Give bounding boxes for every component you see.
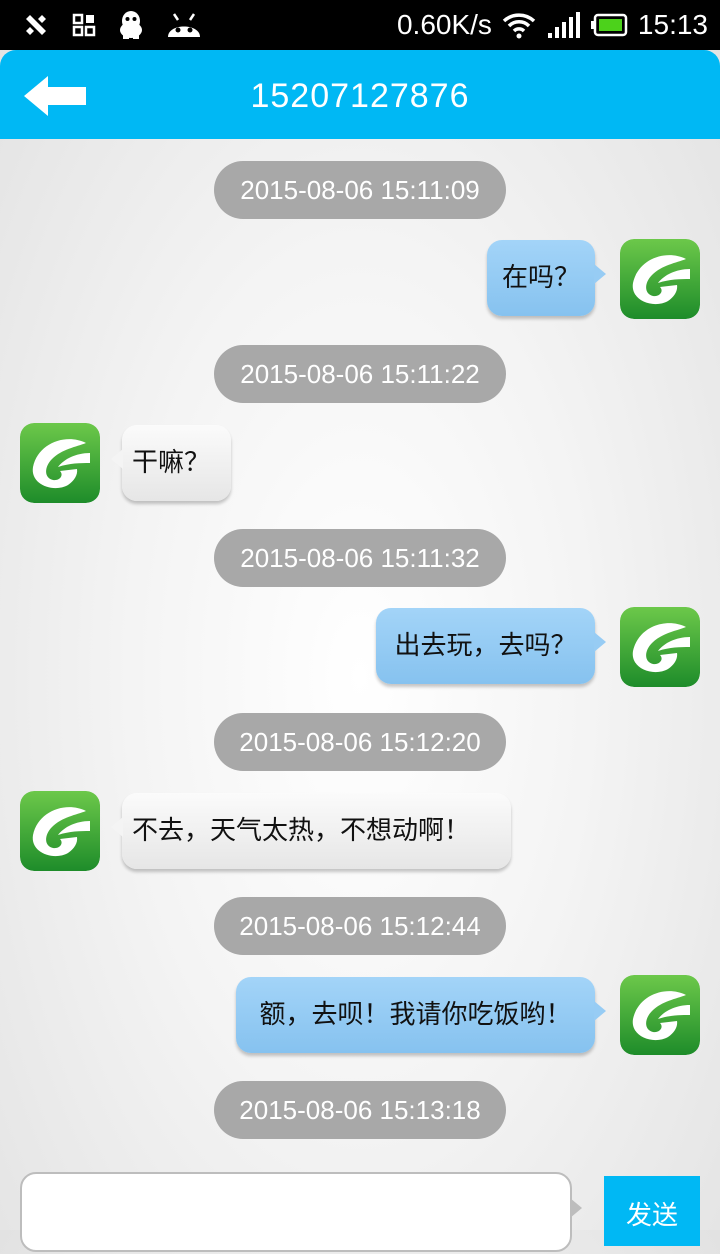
android-icon: [166, 11, 202, 39]
avatar[interactable]: [620, 975, 700, 1055]
input-bubble-tail: [570, 1198, 582, 1218]
chat-header: 15207127876: [0, 50, 720, 139]
page-title: 15207127876: [250, 77, 470, 115]
tools-icon: [22, 11, 50, 39]
wifi-icon: [502, 11, 536, 39]
avatar[interactable]: [620, 607, 700, 687]
timestamp: 2015-08-06 15:11:32: [214, 529, 506, 587]
app-logo-icon: [20, 791, 100, 871]
system-indicators: 0.60K/s 15:13: [397, 0, 708, 50]
app-logo-icon: [20, 423, 100, 503]
clock: 15:13: [637, 9, 708, 40]
timestamp: 2015-08-06 15:11:22: [214, 345, 506, 403]
battery-icon: [590, 13, 628, 37]
app-logo-icon: [620, 975, 700, 1055]
back-button[interactable]: [22, 74, 90, 118]
qq-penguin-icon: [118, 10, 144, 40]
avatar[interactable]: [620, 239, 700, 319]
avatar[interactable]: [20, 423, 100, 503]
timestamp: 2015-08-06 15:12:20: [214, 713, 506, 771]
timestamp: 2015-08-06 15:12:44: [214, 897, 506, 955]
notification-icons: [22, 0, 202, 50]
back-arrow-icon: [24, 76, 86, 116]
network-speed: 0.60K/s: [396, 9, 492, 40]
timestamp: 2015-08-06 15:13:18: [214, 1081, 506, 1139]
timestamp: 2015-08-06 15:11:09: [214, 161, 506, 219]
message-input[interactable]: [20, 1172, 572, 1252]
status-bar: 0.60K/s 15:13: [0, 0, 720, 50]
message-bubble-outgoing[interactable]: 在吗？: [487, 240, 606, 316]
signal-icon: [546, 11, 580, 39]
message-bubble-incoming[interactable]: 不去，天气太热，不想动啊！: [111, 793, 511, 869]
message-bubble-outgoing[interactable]: 额，去呗！我请你吃饭哟！: [236, 977, 606, 1053]
message-bubble-incoming[interactable]: 干嘛？: [111, 425, 231, 501]
grid-icon: [72, 13, 96, 37]
message-bubble-outgoing[interactable]: 出去玩，去吗？: [376, 608, 606, 684]
app-logo-icon: [620, 239, 700, 319]
avatar[interactable]: [20, 791, 100, 871]
app-logo-icon: [620, 607, 700, 687]
send-button[interactable]: 发送: [604, 1176, 700, 1246]
